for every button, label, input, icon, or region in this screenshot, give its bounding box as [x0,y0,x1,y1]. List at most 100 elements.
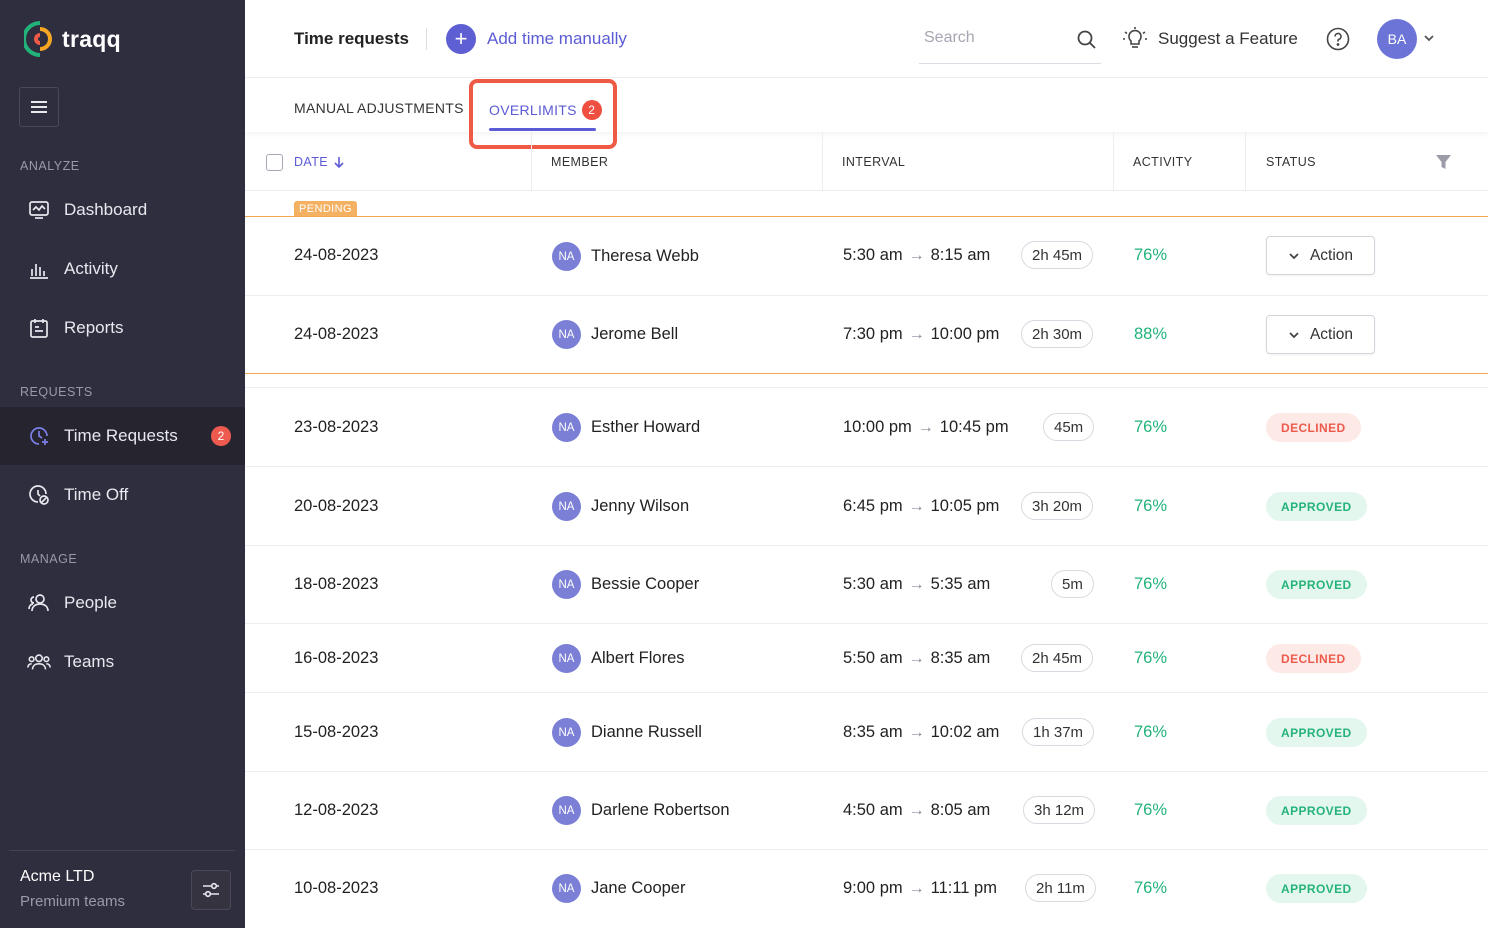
tab-manual-adjustments[interactable]: MANUAL ADJUSTMENTS [294,100,464,116]
member-name: Darlene Robertson [591,801,730,819]
member-avatar: NA [552,570,581,599]
table-row[interactable]: 20-08-2023 NA Jenny Wilson 6:45 pm → 10:… [245,467,1488,546]
arrow-right-icon: → [908,575,925,593]
sidebar-item-time-requests[interactable]: Time Requests 2 [0,407,245,465]
interval-start: 8:35 am [843,723,903,741]
interval-end: 11:11 pm [930,879,997,897]
duration-pill: 3h 20m [1021,492,1094,520]
member-name: Albert Flores [591,649,685,667]
duration-pill: 2h 45m [1021,644,1094,672]
interval-start: 5:30 am [843,575,903,593]
sidebar-item-people[interactable]: People [0,574,245,632]
row-interval: 5:50 am → 8:35 am [843,649,990,668]
action-dropdown-button[interactable]: Action [1266,315,1375,354]
interval-end: 10:05 pm [930,497,1000,515]
status-badge: APPROVED [1266,874,1367,903]
section-label-requests: REQUESTS [20,385,93,399]
sidebar-item-reports[interactable]: Reports [0,299,245,357]
lightbulb-icon [1123,27,1147,48]
status-badge: APPROVED [1266,492,1367,521]
teams-icon [27,650,51,674]
sidebar-item-dashboard[interactable]: Dashboard [0,181,245,239]
column-header-activity: ACTIVITY [1133,155,1193,169]
row-member[interactable]: NA Bessie Cooper [552,570,699,599]
suggest-feature-button[interactable]: Suggest a Feature [1122,26,1298,52]
sidebar-item-label: Dashboard [64,200,148,219]
status-badge: DECLINED [1266,413,1361,442]
row-member[interactable]: NA Albert Flores [552,644,685,673]
column-separator [1113,132,1114,190]
user-avatar[interactable]: BA [1377,19,1417,59]
row-date: 23-08-2023 [294,418,379,436]
interval-end: 8:35 am [930,649,991,667]
sidebar-item-label: Activity [64,259,118,278]
add-time-manually-label: Add time manually [487,29,627,48]
row-interval: 9:00 pm → 11:11 pm [843,879,997,898]
plus-icon: + [446,24,476,54]
row-activity: 76% [1134,497,1168,515]
org-name: Acme LTD [20,868,95,885]
table-row[interactable]: 23-08-2023 NA Esther Howard 10:00 pm → 1… [245,389,1488,467]
table-row[interactable]: 24-08-2023 NA Theresa Webb 5:30 am → 8:1… [245,217,1488,296]
column-header-interval: INTERVAL [842,155,906,169]
sidebar-item-label: Time Requests [64,426,178,445]
interval-start: 10:00 pm [843,418,912,436]
row-member[interactable]: NA Jane Cooper [552,874,685,903]
member-avatar: NA [552,796,581,825]
interval-end: 10:00 pm [930,325,1000,343]
search-icon[interactable] [1076,29,1098,51]
table-row[interactable]: 12-08-2023 NA Darlene Robertson 4:50 am … [245,772,1488,850]
duration-pill: 5m [1051,570,1094,598]
member-name: Esther Howard [591,418,701,436]
top-header: Time requests + Add time manually Sugges… [245,0,1488,78]
hamburger-icon [31,101,47,113]
sidebar-item-teams[interactable]: Teams [0,633,245,691]
select-all-checkbox[interactable] [266,154,283,171]
interval-start: 9:00 pm [843,879,903,897]
sidebar-item-time-off[interactable]: Time Off [0,466,245,524]
section-label-analyze: ANALYZE [20,159,80,173]
row-activity: 88% [1134,325,1168,343]
help-icon[interactable] [1326,27,1350,51]
member-avatar: NA [552,320,581,349]
table-row[interactable]: 16-08-2023 NA Albert Flores 5:50 am → 8:… [245,624,1488,693]
org-settings-button[interactable] [191,870,231,910]
sidebar-item-label: People [64,593,117,612]
table-row[interactable]: 10-08-2023 NA Jane Cooper 9:00 pm → 11:1… [245,850,1488,928]
column-separator [822,132,823,190]
row-member[interactable]: NA Darlene Robertson [552,796,730,825]
search-input[interactable] [924,29,1064,47]
sidebar-item-activity[interactable]: Activity [0,240,245,298]
row-member[interactable]: NA Jerome Bell [552,320,678,349]
duration-pill: 2h 30m [1021,320,1094,348]
column-header-status: STATUS [1266,155,1316,169]
sidebar-item-label: Reports [64,318,124,337]
row-interval: 5:30 am → 8:15 am [843,246,990,265]
row-member[interactable]: NA Esther Howard [552,413,700,442]
row-date: 20-08-2023 [294,497,379,515]
row-activity: 76% [1134,246,1168,264]
table-row[interactable]: 24-08-2023 NA Jerome Bell 7:30 pm → 10:0… [245,296,1488,373]
row-activity: 76% [1134,649,1168,667]
chevron-down-icon [1289,331,1299,338]
row-activity: 76% [1134,801,1168,819]
member-avatar: NA [552,644,581,673]
add-time-manually-button[interactable]: + Add time manually [446,24,627,54]
row-member[interactable]: NA Theresa Webb [552,242,699,271]
menu-toggle-button[interactable] [19,87,59,127]
status-badge: APPROVED [1266,796,1367,825]
brand-logo[interactable]: traqq [24,20,121,58]
arrow-right-icon: → [908,879,925,897]
duration-pill: 45m [1043,413,1095,441]
member-avatar: NA [552,718,581,747]
row-member[interactable]: NA Dianne Russell [552,718,702,747]
column-header-date[interactable]: DATE [294,155,344,169]
filter-icon[interactable] [1436,154,1451,170]
row-interval: 8:35 am → 10:02 am [843,723,999,742]
table-row[interactable]: 15-08-2023 NA Dianne Russell 8:35 am → 1… [245,693,1488,772]
sliders-icon [203,882,219,898]
action-dropdown-button[interactable]: Action [1266,236,1375,275]
table-row[interactable]: 18-08-2023 NA Bessie Cooper 5:30 am → 5:… [245,546,1488,624]
row-member[interactable]: NA Jenny Wilson [552,492,689,521]
chevron-down-icon[interactable] [1423,32,1435,44]
